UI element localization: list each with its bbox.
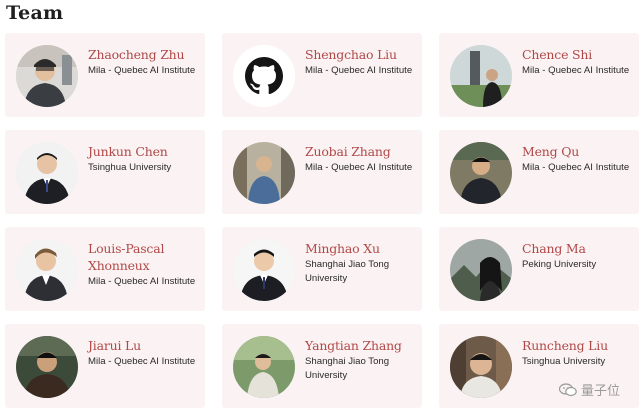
avatar	[450, 336, 512, 398]
watermark: 量子位	[558, 380, 620, 399]
avatar	[233, 142, 295, 204]
avatar	[450, 239, 512, 301]
member-affiliation: Mila - Quebec AI Institute	[305, 162, 413, 173]
member-card: Louis-Pascal Xhonneux Mila - Quebec AI I…	[5, 227, 205, 311]
member-affiliation: Shanghai Jiao Tong University	[305, 356, 390, 381]
member-card: Chence Shi Mila - Quebec AI Institute	[439, 33, 639, 117]
github-icon	[233, 45, 295, 107]
member-affiliation: Mila - Quebec AI Institute	[88, 276, 196, 287]
member-affiliation: Tsinghua University	[88, 162, 172, 173]
member-card: Shengchao Liu Mila - Quebec AI Institute	[222, 33, 422, 117]
member-card: Jiarui Lu Mila - Quebec AI Institute	[5, 324, 205, 408]
member-card: Junkun Chen Tsinghua University	[5, 130, 205, 214]
member-name[interactable]: Zhaocheng Zhu	[88, 46, 201, 63]
member-card: Zhaocheng Zhu Mila - Quebec AI Institute	[5, 33, 205, 117]
team-grid: Zhaocheng Zhu Mila - Quebec AI Institute…	[5, 33, 639, 408]
avatar	[16, 239, 78, 301]
member-name[interactable]: Shengchao Liu	[305, 46, 418, 63]
member-name[interactable]: Chence Shi	[522, 46, 635, 63]
avatar	[450, 45, 512, 107]
member-name[interactable]: Zuobai Zhang	[305, 143, 418, 160]
member-affiliation: Mila - Quebec AI Institute	[305, 65, 413, 76]
member-name[interactable]: Yangtian Zhang	[305, 337, 418, 354]
member-affiliation: Mila - Quebec AI Institute	[522, 65, 630, 76]
member-card: Zuobai Zhang Mila - Quebec AI Institute	[222, 130, 422, 214]
member-affiliation: Peking University	[522, 259, 597, 270]
member-card: Yangtian Zhang Shanghai Jiao Tong Univer…	[222, 324, 422, 408]
member-card: Minghao Xu Shanghai Jiao Tong University	[222, 227, 422, 311]
avatar	[233, 336, 295, 398]
watermark-text: 量子位	[580, 384, 620, 399]
member-card: Chang Ma Peking University	[439, 227, 639, 311]
avatar	[233, 239, 295, 301]
member-affiliation: Mila - Quebec AI Institute	[522, 162, 630, 173]
member-name[interactable]: Louis-Pascal Xhonneux	[88, 240, 201, 274]
avatar	[16, 336, 78, 398]
avatar	[16, 142, 78, 204]
member-affiliation: Mila - Quebec AI Institute	[88, 65, 196, 76]
member-name[interactable]: Junkun Chen	[88, 143, 201, 160]
member-name[interactable]: Chang Ma	[522, 240, 635, 257]
member-name[interactable]: Meng Qu	[522, 143, 635, 160]
member-card: Meng Qu Mila - Quebec AI Institute	[439, 130, 639, 214]
member-name[interactable]: Jiarui Lu	[88, 337, 201, 354]
member-affiliation: Tsinghua University	[522, 356, 606, 367]
page-title: Team	[6, 2, 64, 24]
member-name[interactable]: Minghao Xu	[305, 240, 418, 257]
avatar	[450, 142, 512, 204]
member-affiliation: Shanghai Jiao Tong University	[305, 259, 390, 284]
member-name[interactable]: Runcheng Liu	[522, 337, 635, 354]
wechat-icon	[558, 382, 577, 397]
member-affiliation: Mila - Quebec AI Institute	[88, 356, 196, 367]
avatar	[16, 45, 78, 107]
